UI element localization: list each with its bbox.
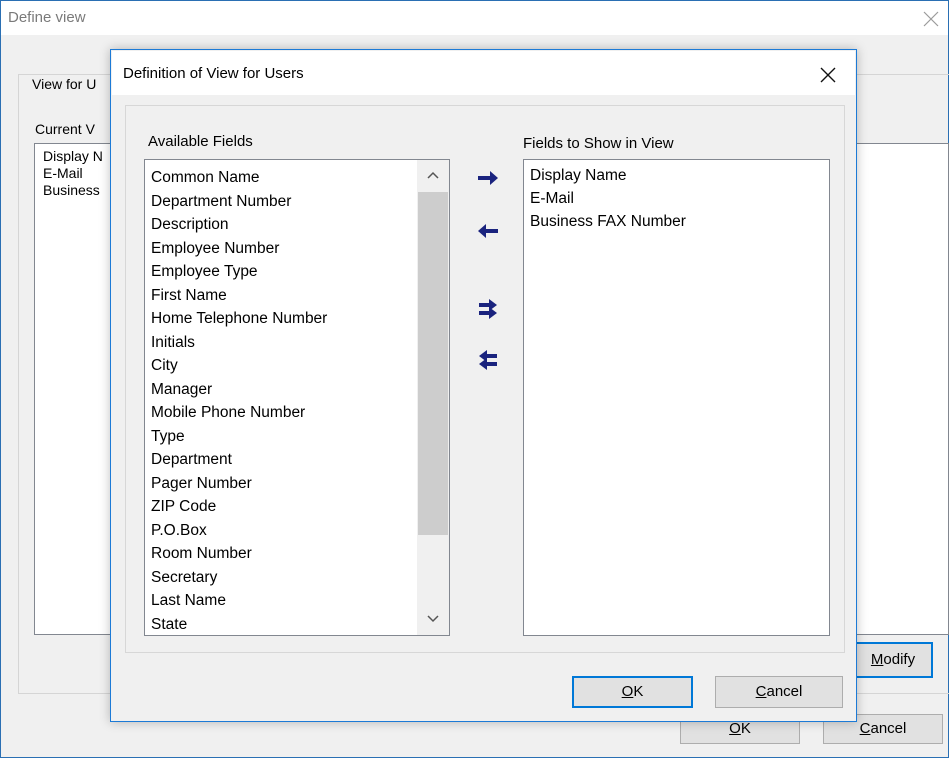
- define-view-title: Define view: [8, 9, 86, 26]
- cancel-label: ancel: [766, 683, 803, 700]
- list-item[interactable]: Initials: [151, 331, 195, 355]
- ok-accel: O: [621, 683, 634, 700]
- arrow-left-icon[interactable]: [475, 219, 501, 243]
- modify-label: odify: [883, 651, 916, 668]
- list-item[interactable]: Type: [151, 425, 185, 449]
- double-arrow-left-icon[interactable]: [475, 348, 501, 372]
- cancel-accel: C: [755, 683, 767, 700]
- close-icon[interactable]: [921, 9, 941, 29]
- ok-button[interactable]: OK: [572, 676, 693, 708]
- list-item[interactable]: Business: [43, 182, 100, 199]
- view-for-users-group-label: View for U: [30, 76, 99, 92]
- arrow-right-icon[interactable]: [475, 166, 501, 190]
- define-view-titlebar: Define view: [1, 1, 948, 35]
- cancel-accel: C: [859, 720, 871, 737]
- list-item[interactable]: P.O.Box: [151, 519, 207, 543]
- list-item[interactable]: Department: [151, 448, 232, 472]
- list-item[interactable]: E-Mail: [530, 187, 574, 211]
- list-item[interactable]: Pager Number: [151, 472, 252, 496]
- modify-accel: M: [870, 651, 884, 668]
- list-item[interactable]: Mobile Phone Number: [151, 401, 305, 425]
- list-item[interactable]: Employee Number: [151, 237, 279, 261]
- chevron-up-icon[interactable]: [426, 168, 440, 182]
- ok-accel: O: [729, 720, 741, 737]
- cancel-button[interactable]: Cancel: [715, 676, 843, 708]
- list-item[interactable]: Manager: [151, 378, 212, 402]
- fields-to-show-label: Fields to Show in View: [523, 135, 674, 152]
- definition-of-view-dialog: Definition of View for Users Available F…: [110, 49, 857, 722]
- list-item[interactable]: Description: [151, 213, 229, 237]
- list-item[interactable]: State: [151, 613, 187, 636]
- list-item[interactable]: Room Number: [151, 542, 252, 566]
- double-arrow-right-icon[interactable]: [475, 297, 501, 321]
- list-item[interactable]: Secretary: [151, 566, 217, 590]
- available-fields-label: Available Fields: [148, 133, 253, 150]
- list-item[interactable]: Employee Type: [151, 260, 258, 284]
- list-item[interactable]: Department Number: [151, 190, 291, 214]
- ok-label: K: [740, 720, 751, 737]
- list-item[interactable]: Common Name: [151, 166, 260, 190]
- dialog-title: Definition of View for Users: [123, 65, 304, 82]
- ok-label: K: [633, 683, 644, 700]
- modify-button[interactable]: Modify: [853, 642, 933, 678]
- list-item[interactable]: Display Name: [530, 164, 626, 188]
- list-item[interactable]: ZIP Code: [151, 495, 216, 519]
- fields-to-show-list[interactable]: Display Name E-Mail Business FAX Number: [523, 159, 830, 636]
- current-view-label: Current V: [35, 121, 95, 137]
- list-item[interactable]: Home Telephone Number: [151, 307, 327, 331]
- list-item[interactable]: City: [151, 354, 178, 378]
- list-item[interactable]: Display N: [43, 148, 103, 165]
- available-fields-list[interactable]: Common Name Department Number Descriptio…: [144, 159, 450, 636]
- list-item[interactable]: First Name: [151, 284, 227, 308]
- dialog-titlebar: Definition of View for Users: [112, 51, 855, 95]
- list-item[interactable]: Business FAX Number: [530, 210, 686, 234]
- cancel-label: ancel: [870, 720, 907, 737]
- chevron-down-icon[interactable]: [426, 612, 440, 626]
- list-item[interactable]: E-Mail: [43, 165, 83, 182]
- close-icon[interactable]: [817, 64, 839, 86]
- scrollbar-thumb[interactable]: [418, 192, 448, 535]
- vertical-scrollbar[interactable]: [417, 160, 449, 635]
- list-item[interactable]: Last Name: [151, 589, 226, 613]
